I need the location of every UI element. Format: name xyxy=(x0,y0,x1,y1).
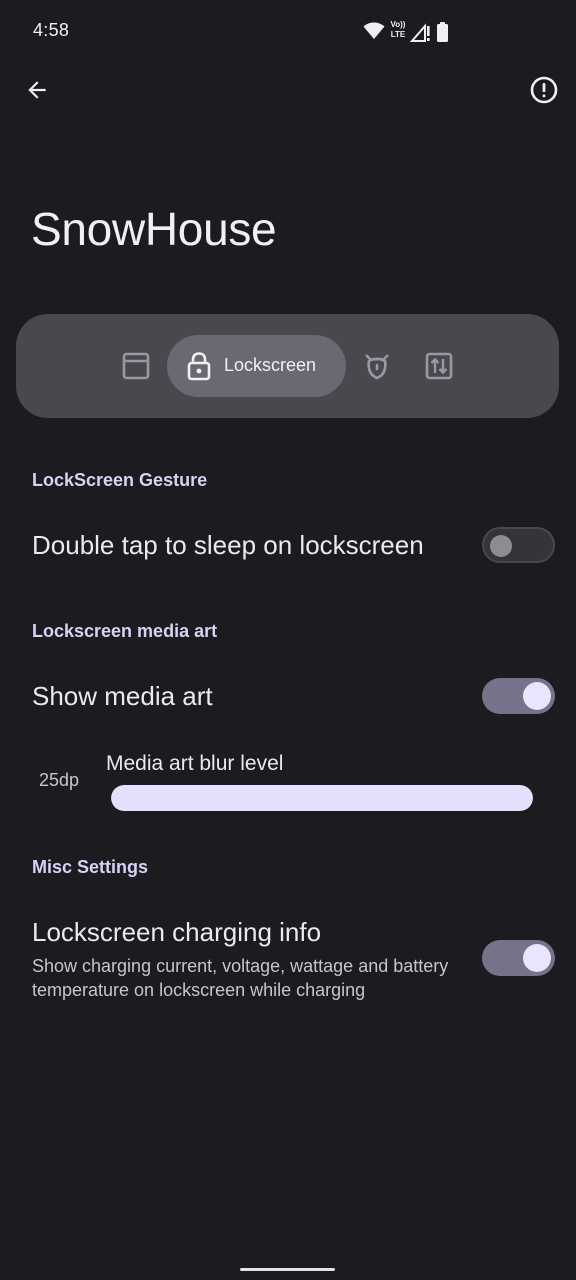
tab-window[interactable] xyxy=(116,346,156,386)
info-button[interactable] xyxy=(520,66,568,114)
blur-level-slider[interactable] xyxy=(111,785,533,811)
switch-thumb xyxy=(490,535,512,557)
ghost-icon xyxy=(365,354,389,380)
tab-ghost[interactable] xyxy=(357,346,397,386)
status-time: 4:58 xyxy=(33,20,70,40)
battery-icon xyxy=(437,22,448,42)
cell-signal-icon xyxy=(410,23,430,42)
switch-thumb xyxy=(523,944,551,972)
wifi-icon xyxy=(363,22,385,39)
charging-info-switch[interactable] xyxy=(482,940,555,976)
window-icon xyxy=(122,352,150,380)
blur-level-value: 25dp xyxy=(39,770,80,790)
show-media-art-switch[interactable] xyxy=(482,678,555,714)
switch-thumb xyxy=(523,682,551,710)
arrow-back-icon xyxy=(28,81,46,99)
tab-lockscreen-label: Lockscreen xyxy=(224,355,317,375)
lock-icon xyxy=(187,352,211,381)
charging-info-summary: Show charging current, voltage, wattage … xyxy=(32,956,449,1000)
tab-lockscreen[interactable]: Lockscreen xyxy=(167,335,346,397)
info-icon xyxy=(530,76,558,104)
tab-swap[interactable] xyxy=(419,346,459,386)
show-media-art-title: Show media art xyxy=(32,681,213,711)
back-button[interactable] xyxy=(13,66,61,114)
gesture-nav-handle[interactable] xyxy=(240,1268,335,1271)
page-title: SnowHouse xyxy=(31,203,277,255)
blur-level-title: Media art blur level xyxy=(106,752,284,775)
section-header-misc: Misc Settings xyxy=(32,857,149,877)
double-tap-sleep-switch[interactable] xyxy=(482,527,555,563)
section-header-gesture: LockScreen Gesture xyxy=(32,470,208,490)
blur-level-slider-fill xyxy=(111,785,533,811)
swap-vert-icon xyxy=(425,352,453,380)
double-tap-sleep-title: Double tap to sleep on lockscreen xyxy=(32,530,424,560)
top-app-bar xyxy=(0,64,576,120)
status-bar: 4:58 Vo)) LTE xyxy=(0,0,576,64)
tab-bar: Lockscreen xyxy=(16,314,559,418)
charging-info-title: Lockscreen charging info xyxy=(32,917,322,947)
section-header-media-art: Lockscreen media art xyxy=(32,621,218,641)
volte-icon: Vo)) LTE xyxy=(390,20,406,39)
